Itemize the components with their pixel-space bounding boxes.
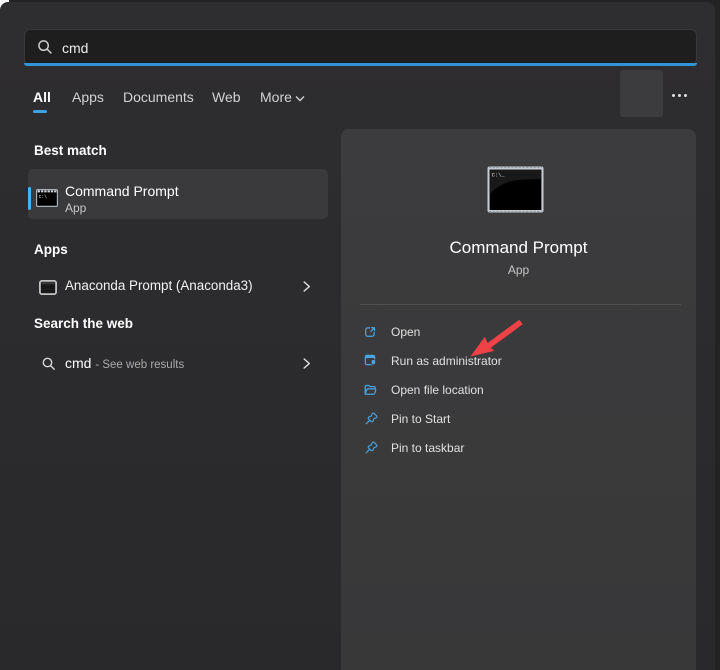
svg-text:C:\: C:\ [39, 194, 48, 200]
svg-text:C:\_: C:\_ [492, 173, 506, 179]
